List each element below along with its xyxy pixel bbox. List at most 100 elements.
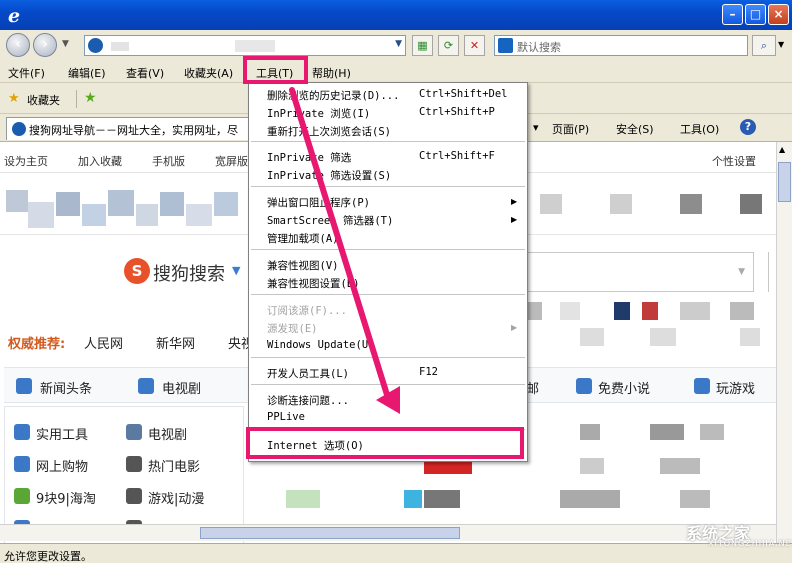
close-button[interactable]: × [768, 4, 789, 25]
mobile-version-link[interactable]: 手机版 [152, 153, 185, 169]
side-games[interactable]: 游戏|动漫 [148, 488, 204, 507]
menu-diagnose-connection[interactable]: 诊断连接问题... [267, 393, 349, 408]
blurred-block [580, 424, 600, 440]
back-button[interactable]: ‹ [6, 33, 30, 57]
vertical-scroll-thumb[interactable] [778, 162, 791, 202]
blurred-block [560, 302, 580, 320]
shortcut-inprivate-browsing: Ctrl+Shift+P [419, 106, 495, 118]
side-tv[interactable]: 电视剧 [148, 424, 187, 443]
favorites-button[interactable]: 收藏夹 [27, 92, 60, 108]
recommend-label: 权威推荐: [8, 337, 66, 352]
maximize-button[interactable]: □ [745, 4, 766, 25]
scroll-up-icon[interactable]: ▲ [779, 145, 785, 154]
add-favorite-link[interactable]: 加入收藏 [78, 153, 122, 169]
blurred-block [642, 302, 658, 320]
menu-compat-view[interactable]: 兼容性视图(V) [267, 258, 338, 273]
recommend-link-xinhua[interactable]: 新华网 [156, 333, 195, 352]
search-go-icon: ⌕ [760, 39, 768, 52]
tab-sogou[interactable]: 搜狗网址导航－－网址大全，实用网址，尽 [6, 117, 252, 140]
novel-icon [576, 378, 592, 394]
address-row: ‹ › ▼ ▼ ▦ ⟳ ✕ 默认搜索 ⌕ ▼ [0, 30, 792, 60]
widescreen-link[interactable]: 宽屏版 [215, 153, 248, 169]
nav-novels[interactable]: 免费小说 [598, 378, 650, 397]
page-search-dropdown-icon[interactable]: ▼ [738, 267, 745, 277]
blurred-block [136, 204, 158, 226]
horizontal-scrollbar[interactable] [0, 524, 776, 541]
menu-windows-update[interactable]: Windows Update(U) [267, 339, 374, 351]
shortcut-developer-tools: F12 [419, 366, 438, 378]
add-to-favorites-icon[interactable]: ★ [84, 90, 97, 106]
help-icon[interactable]: ? [740, 119, 756, 135]
tools-command-menu[interactable]: 工具(O) [680, 121, 719, 137]
refresh-icon[interactable]: ⟳ [438, 35, 459, 56]
vertical-scrollbar[interactable]: ▲ [776, 142, 792, 543]
blurred-url [111, 42, 129, 51]
tools-icon [14, 424, 30, 440]
search-button[interactable]: ⌕ [752, 35, 776, 56]
nav-news[interactable]: 新闻头条 [40, 378, 92, 397]
menu-inprivate-filter[interactable]: InPrivate 筛选 [267, 150, 351, 165]
favorites-star-icon: ★ [8, 91, 20, 106]
search-input[interactable]: 默认搜索 [494, 35, 748, 56]
blurred-block [610, 194, 632, 214]
movie-icon [126, 456, 142, 472]
blurred-block [680, 490, 710, 508]
menu-inprivate-filter-settings[interactable]: InPrivate 筛选设置(S) [267, 168, 391, 183]
menu-subscribe-feed: 订阅该源(F)... [267, 305, 347, 317]
side-shopping[interactable]: 网上购物 [36, 456, 88, 475]
menu-reopen-session[interactable]: 重新打开上次浏览会话(S) [267, 124, 391, 139]
menu-smartscreen[interactable]: SmartScreen 筛选器(T) [267, 213, 393, 228]
blurred-block [214, 192, 238, 216]
side-deals[interactable]: 9块9|海淘 [36, 488, 96, 507]
address-dropdown-icon[interactable]: ▼ [395, 39, 402, 49]
tools-dropdown-menu: 删除浏览的历史记录(D)... Ctrl+Shift+Del InPrivate… [248, 82, 528, 462]
menu-manage-addons[interactable]: 管理加载项(A) [267, 231, 338, 246]
menu-edit[interactable]: 编辑(E) [68, 65, 106, 81]
set-homepage-link[interactable]: 设为主页 [4, 153, 48, 169]
menu-compat-view-settings[interactable]: 兼容性视图设置(B) [267, 276, 359, 291]
menu-pplive[interactable]: PPLive [267, 411, 305, 423]
blurred-block [6, 190, 28, 212]
side-tools[interactable]: 实用工具 [36, 424, 88, 443]
personal-settings-link[interactable]: 个性设置 [712, 153, 756, 169]
safety-menu[interactable]: 安全(S) [616, 121, 654, 137]
menu-bar: 文件(F) 编辑(E) 查看(V) 收藏夹(A) 工具(T) 帮助(H) [0, 61, 792, 83]
menu-developer-tools[interactable]: 开发人员工具(L) [267, 366, 349, 381]
minimize-button[interactable]: – [722, 4, 743, 25]
compatibility-view-icon[interactable]: ▦ [412, 35, 433, 56]
menu-delete-history[interactable]: 删除浏览的历史记录(D)... [267, 88, 399, 103]
menu-file[interactable]: 文件(F) [8, 65, 45, 81]
page-menu[interactable]: 页面(P) [552, 121, 589, 137]
blurred-block [560, 490, 620, 508]
horizontal-scroll-thumb[interactable] [200, 527, 460, 539]
page-search-button[interactable] [768, 252, 776, 292]
page-dropdown-icon[interactable]: ▾ [533, 121, 539, 134]
address-bar[interactable]: ▼ [84, 35, 406, 56]
tv-icon [126, 424, 142, 440]
blurred-block [526, 302, 542, 320]
blurred-block [580, 328, 604, 346]
forward-button[interactable]: › [33, 33, 57, 57]
menu-favorites[interactable]: 收藏夹(A) [184, 65, 233, 81]
nav-games[interactable]: 玩游戏 [716, 378, 755, 397]
history-dropdown-icon[interactable]: ▼ [62, 39, 69, 49]
menu-inprivate-browsing[interactable]: InPrivate 浏览(I) [267, 106, 370, 121]
menu-popup-blocker[interactable]: 弹出窗口阻止程序(P) [267, 195, 370, 210]
blurred-url [235, 40, 275, 52]
menu-separator [251, 384, 525, 385]
shopping-icon [14, 456, 30, 472]
recommend-link-people[interactable]: 人民网 [84, 333, 123, 352]
search-engine-dropdown-icon[interactable]: ▼ [232, 264, 240, 277]
page-search-box[interactable]: ▼ [526, 252, 754, 292]
menu-help[interactable]: 帮助(H) [312, 65, 351, 81]
search-options-icon[interactable]: ▼ [778, 40, 784, 49]
menu-view[interactable]: 查看(V) [126, 65, 164, 81]
stop-icon[interactable]: ✕ [464, 35, 485, 56]
favorites-divider [76, 90, 77, 108]
nav-tv[interactable]: 电视剧 [162, 378, 201, 397]
submenu-arrow-icon: ▶ [511, 197, 518, 206]
sogou-tab-icon [12, 122, 26, 136]
menu-separator [251, 141, 525, 142]
side-movies[interactable]: 热门电影 [148, 456, 200, 475]
tools-menu-highlight [243, 56, 308, 84]
